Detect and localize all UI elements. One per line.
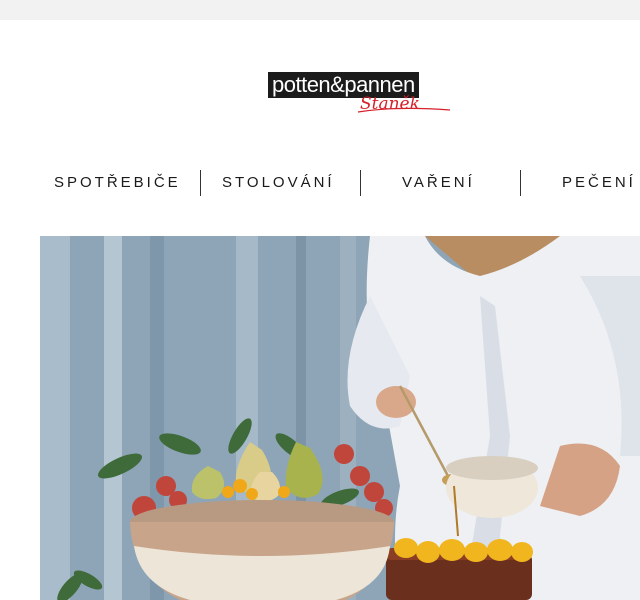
browser-top-strip <box>0 0 640 20</box>
nav-separator <box>360 170 361 196</box>
nav-item-spotrebice[interactable]: SPOTŘEBIČE <box>54 168 181 198</box>
hero-image <box>40 236 640 600</box>
nav-item-stolovani[interactable]: STOLOVÁNÍ <box>222 168 335 198</box>
nav-separator <box>200 170 201 196</box>
nav-separator <box>520 170 521 196</box>
nav-item-vareni[interactable]: VAŘENÍ <box>402 168 475 198</box>
brand-logo[interactable]: potten&pannen Staněk <box>268 72 452 118</box>
nav-item-peceni[interactable]: PEČENÍ <box>562 168 636 198</box>
logo-swoosh-icon <box>357 107 451 113</box>
main-navigation: SPOTŘEBIČE STOLOVÁNÍ VAŘENÍ PEČENÍ <box>0 168 640 198</box>
hero-banner[interactable] <box>40 236 640 600</box>
